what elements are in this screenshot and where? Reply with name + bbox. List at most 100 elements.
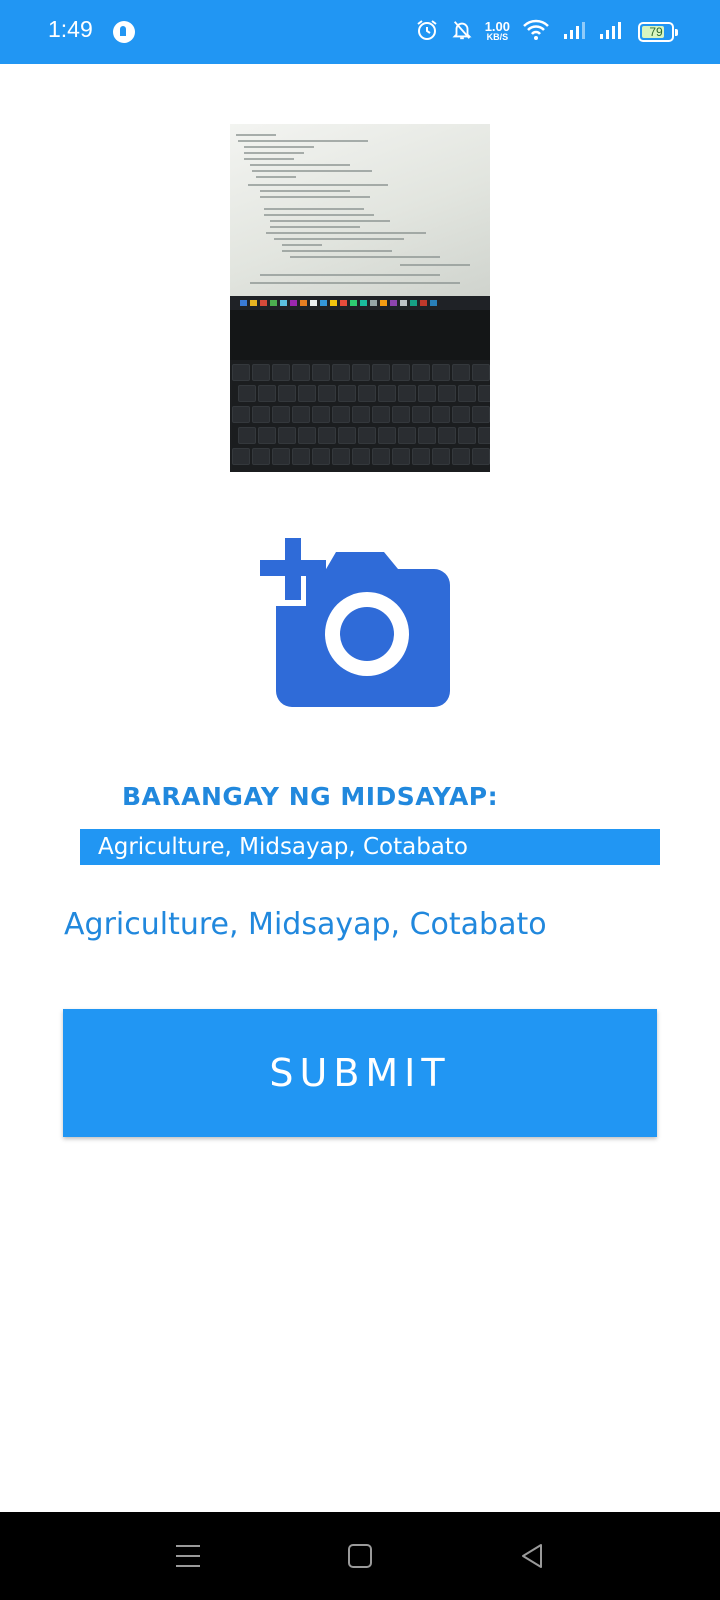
code-line (282, 244, 322, 246)
keyboard-key (278, 385, 296, 402)
keyboard-key (418, 427, 436, 444)
network-speed: 1.00 KB/S (484, 19, 510, 42)
keyboard-key (472, 406, 490, 423)
keyboard-key (358, 385, 376, 402)
code-line (282, 250, 392, 252)
keyboard-key (412, 364, 430, 381)
status-time: 1:49 (48, 16, 93, 42)
keyboard-key (438, 385, 456, 402)
code-line (264, 208, 364, 210)
keyboard-key (378, 427, 396, 444)
keyboard-key (292, 406, 310, 423)
keyboard-key (352, 448, 370, 465)
keyboard-key (272, 406, 290, 423)
code-line (274, 238, 404, 240)
keyboard-key (332, 406, 350, 423)
keyboard-key (252, 406, 270, 423)
keyboard-key (392, 406, 410, 423)
keyboard-key (352, 406, 370, 423)
keyboard-key (318, 427, 336, 444)
code-line (250, 282, 460, 284)
keyboard-key (438, 427, 456, 444)
keyboard-key (252, 364, 270, 381)
bell-muted-icon (451, 19, 473, 45)
code-line (400, 264, 470, 266)
keyboard-key (252, 448, 270, 465)
taskbar-icon (410, 300, 417, 306)
system-nav-bar (0, 1512, 720, 1600)
taskbar-icon (370, 300, 377, 306)
code-line (270, 226, 360, 228)
keyboard-key (292, 364, 310, 381)
code-line (252, 170, 372, 172)
code-line (248, 184, 388, 186)
taskbar-icon (350, 300, 357, 306)
keyboard-key (478, 427, 490, 444)
keyboard-key (232, 364, 250, 381)
status-icons: 1.00 KB/S 79 (415, 14, 678, 50)
spinner-selected-value: Agriculture, Midsayap, Cotabato (98, 834, 468, 860)
keyboard-key (472, 448, 490, 465)
keyboard-key (472, 364, 490, 381)
keyboard-key (352, 364, 370, 381)
taskbar-icon (300, 300, 307, 306)
add-photo-button[interactable] (260, 534, 452, 708)
code-line (244, 158, 294, 160)
code-line (250, 164, 350, 166)
net-speed-unit: KB/S (486, 32, 509, 42)
menu-icon[interactable] (166, 1534, 210, 1578)
keyboard-key (358, 427, 376, 444)
taskbar-icon (420, 300, 427, 306)
keyboard-key (312, 406, 330, 423)
barangay-spinner[interactable]: Agriculture, Midsayap, Cotabato (80, 829, 660, 865)
keyboard-key (392, 448, 410, 465)
keyboard-key (458, 427, 476, 444)
taskbar-icon (270, 300, 277, 306)
keyboard-key (378, 385, 396, 402)
keyboard-key (318, 385, 336, 402)
taskbar-icon (390, 300, 397, 306)
home-square-icon[interactable] (338, 1534, 382, 1578)
taskbar-icon (330, 300, 337, 306)
taskbar-icon (240, 300, 247, 306)
keyboard-key (338, 385, 356, 402)
app-notification-icon (113, 21, 135, 43)
keyboard-key (432, 364, 450, 381)
submit-button[interactable]: SUBMIT (63, 1009, 657, 1137)
code-line (266, 232, 426, 234)
code-line (260, 196, 370, 198)
taskbar-icon (260, 300, 267, 306)
taskbar-icon (380, 300, 387, 306)
net-speed-value: 1.00 (484, 19, 510, 34)
keyboard-key (412, 406, 430, 423)
keyboard-key (432, 448, 450, 465)
code-line (260, 274, 440, 276)
keyboard-key (398, 385, 416, 402)
alarm-icon (415, 18, 439, 46)
keyboard-key (452, 448, 470, 465)
back-triangle-icon[interactable] (510, 1534, 554, 1578)
code-line (236, 134, 276, 136)
taskbar-icon (290, 300, 297, 306)
keyboard-key (452, 364, 470, 381)
keyboard-key (372, 406, 390, 423)
taskbar-icon (340, 300, 347, 306)
wifi-icon (522, 19, 550, 45)
taskbar-icon (400, 300, 407, 306)
photo-preview (230, 124, 490, 472)
taskbar-icon (250, 300, 257, 306)
keyboard-key (332, 364, 350, 381)
code-line (256, 176, 296, 178)
keyboard-key (298, 385, 316, 402)
keyboard-key (458, 385, 476, 402)
signal-2-icon (598, 20, 626, 44)
keyboard-key (432, 406, 450, 423)
keyboard-key (312, 448, 330, 465)
add-a-photo-icon (260, 534, 450, 707)
taskbar-icon (310, 300, 317, 306)
taskbar-icon (280, 300, 287, 306)
keyboard-key (372, 364, 390, 381)
keyboard-key (292, 448, 310, 465)
code-line (260, 190, 350, 192)
taskbar-icon (320, 300, 327, 306)
